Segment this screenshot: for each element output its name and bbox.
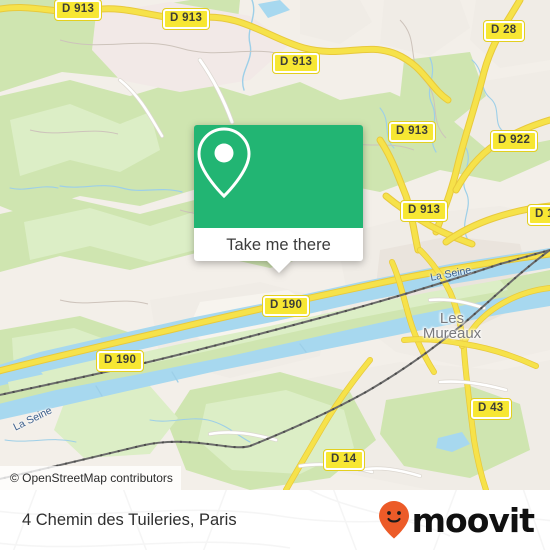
moovit-wordmark: moovit	[411, 500, 535, 540]
location-marker-card[interactable]: Take me there	[194, 125, 363, 273]
road-shield: D 43	[470, 398, 512, 420]
moovit-map-screenshot: .green{fill:#cfe5b0;} .greenL{fill:#dcee…	[0, 0, 550, 550]
moovit-logo[interactable]: moovit	[378, 500, 535, 540]
marker-card-cta-area[interactable]: Take me there	[194, 228, 363, 273]
map-pin-icon	[197, 127, 251, 199]
road-shield: D 28	[483, 20, 525, 42]
road-shield: D 913	[271, 52, 321, 74]
road-shield: D 913	[399, 200, 449, 222]
road-shield: D 913	[387, 121, 437, 143]
city-label-les-mureaux: Les Mureaux	[423, 311, 481, 341]
take-me-there-label: Take me there	[226, 235, 331, 254]
road-shield: D 913	[53, 0, 103, 21]
road-shield: D 190	[95, 350, 145, 372]
road-shield: D 922	[489, 130, 539, 152]
city-label-line: Les	[439, 310, 465, 327]
city-label-line: Mureaux	[422, 325, 482, 342]
road-shield: D 1	[527, 204, 550, 226]
footer-bar: 4 Chemin des Tuileries, Paris moovit	[0, 490, 550, 550]
moovit-smiley-pin-icon	[378, 501, 409, 539]
address-label: 4 Chemin des Tuileries, Paris	[22, 511, 237, 529]
marker-card-pointer	[266, 261, 291, 273]
road-shield: D 14	[323, 449, 365, 471]
map-canvas[interactable]: .green{fill:#cfe5b0;} .greenL{fill:#dcee…	[0, 0, 550, 490]
road-shield: D 190	[261, 295, 311, 317]
marker-card-icon-area	[194, 125, 363, 228]
road-shield: D 913	[161, 8, 211, 30]
osm-attribution[interactable]: © OpenStreetMap contributors	[0, 466, 181, 490]
